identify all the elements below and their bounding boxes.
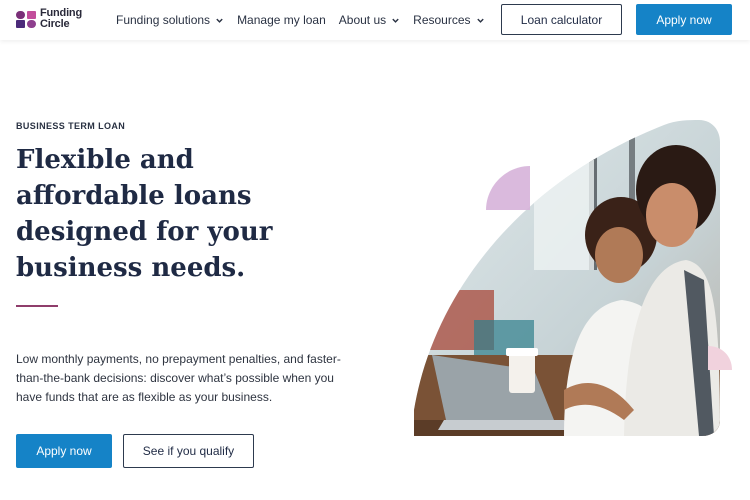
hero-photo xyxy=(414,120,720,436)
nav-resources[interactable]: Resources xyxy=(413,13,484,27)
apply-now-header-button[interactable]: Apply now xyxy=(636,4,732,35)
hero-headline: Flexible and affordable loans designed f… xyxy=(16,145,273,283)
decorative-quarter-circle-purple xyxy=(486,166,530,210)
nav-label: Funding solutions xyxy=(116,13,211,27)
nav-label: Resources xyxy=(413,13,471,27)
decorative-quarter-circle-pink xyxy=(708,346,732,370)
nav-label: About us xyxy=(338,13,387,27)
loan-calculator-button[interactable]: Loan calculator xyxy=(501,4,622,35)
chevron-down-icon xyxy=(392,18,399,23)
hero-eyebrow: BUSINESS TERM LOAN xyxy=(16,121,126,131)
logo-line-2: Circle xyxy=(40,18,70,30)
funding-circle-logo[interactable]: Funding Circle xyxy=(15,8,82,30)
hero-body: Low monthly payments, no prepayment pena… xyxy=(16,352,341,404)
main-nav: Funding solutions Manage my loan About u… xyxy=(116,0,498,40)
site-header: Funding Circle Funding solutions Manage … xyxy=(0,0,750,40)
nav-about-us[interactable]: About us xyxy=(339,13,400,27)
see-if-you-qualify-button[interactable]: See if you qualify xyxy=(123,434,254,468)
nav-label: Manage my loan xyxy=(237,13,326,27)
funding-circle-logo-icon xyxy=(16,11,36,28)
chevron-down-icon xyxy=(476,18,484,23)
nav-manage-my-loan[interactable]: Manage my loan xyxy=(237,13,326,27)
logo-wordmark: Funding Circle xyxy=(40,8,82,30)
chevron-down-icon xyxy=(216,18,223,23)
apply-now-button[interactable]: Apply now xyxy=(16,434,112,468)
hero-divider xyxy=(16,305,58,307)
nav-funding-solutions[interactable]: Funding solutions xyxy=(116,13,224,27)
